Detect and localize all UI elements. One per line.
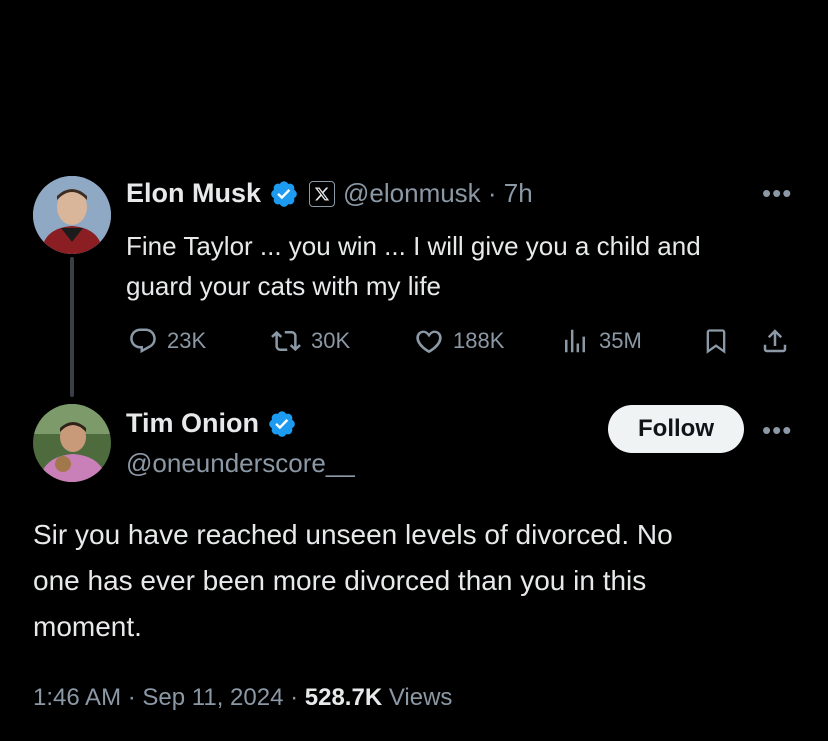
x-logo-icon [309, 180, 336, 207]
views-count: 35M [599, 328, 642, 353]
parent-author-name[interactable]: Elon Musk [126, 178, 261, 209]
repost-icon [271, 330, 301, 352]
like-icon [416, 330, 442, 354]
reply-icon [130, 328, 156, 354]
views-icon [565, 329, 585, 353]
share-icon [763, 329, 787, 353]
parent-more-icon[interactable]: ••• [762, 178, 792, 209]
verified-badge-icon [267, 409, 297, 439]
views-label: Views [388, 684, 453, 711]
like-count: 188K [453, 328, 505, 353]
tweet-view-count: 528.7K [304, 684, 383, 711]
parent-text-line-1: Fine Taylor ... you win ... I will give … [126, 231, 701, 261]
like-action[interactable]: 188K [414, 326, 504, 356]
parent-tweet-header: Elon Musk @elonmusk · 7h [126, 178, 533, 209]
repost-action[interactable]: 30K [270, 326, 350, 356]
tweet-meta: 1:46 AM · Sep 11, 2024 · 528.7K Views [33, 684, 452, 712]
tweet-time[interactable]: 1:46 AM [33, 684, 121, 711]
repost-count: 30K [311, 328, 351, 353]
parent-text-line-2: guard your cats with my life [126, 271, 442, 301]
reply-text-line-1: Sir you have reached unseen levels of di… [33, 519, 673, 550]
reply-tweet-text: Sir you have reached unseen levels of di… [33, 512, 673, 650]
reply-text-line-2: one has ever been more divorced than you… [33, 565, 647, 596]
parent-tweet-text: Fine Taylor ... you win ... I will give … [126, 226, 701, 306]
reply-tweet-header: Tim Onion [126, 408, 297, 439]
thread-connector-line [70, 257, 74, 397]
tweet-date[interactable]: Sep 11, 2024 [142, 684, 283, 711]
reply-text-line-3: moment. [33, 611, 142, 642]
reply-more-icon[interactable]: ••• [762, 415, 792, 446]
reply-author-name[interactable]: Tim Onion [126, 408, 259, 439]
reply-action[interactable]: 23K [128, 326, 206, 356]
follow-button[interactable]: Follow [608, 405, 744, 453]
verified-badge-icon [269, 179, 299, 209]
bookmark-action[interactable] [702, 326, 730, 356]
meta-separator: · [290, 684, 299, 711]
elon-avatar[interactable] [33, 176, 111, 254]
reply-count: 23K [167, 328, 207, 353]
reply-handle[interactable]: @oneunderscore__ [126, 448, 355, 479]
tim-avatar-image [33, 404, 111, 482]
parent-handle-time[interactable]: @elonmusk · 7h [343, 178, 533, 209]
views-action[interactable]: 35M [560, 326, 642, 356]
elon-avatar-image [33, 176, 111, 254]
tim-avatar[interactable] [33, 404, 111, 482]
meta-separator: · [127, 684, 136, 711]
share-action[interactable] [760, 326, 790, 356]
bookmark-icon [706, 329, 726, 354]
